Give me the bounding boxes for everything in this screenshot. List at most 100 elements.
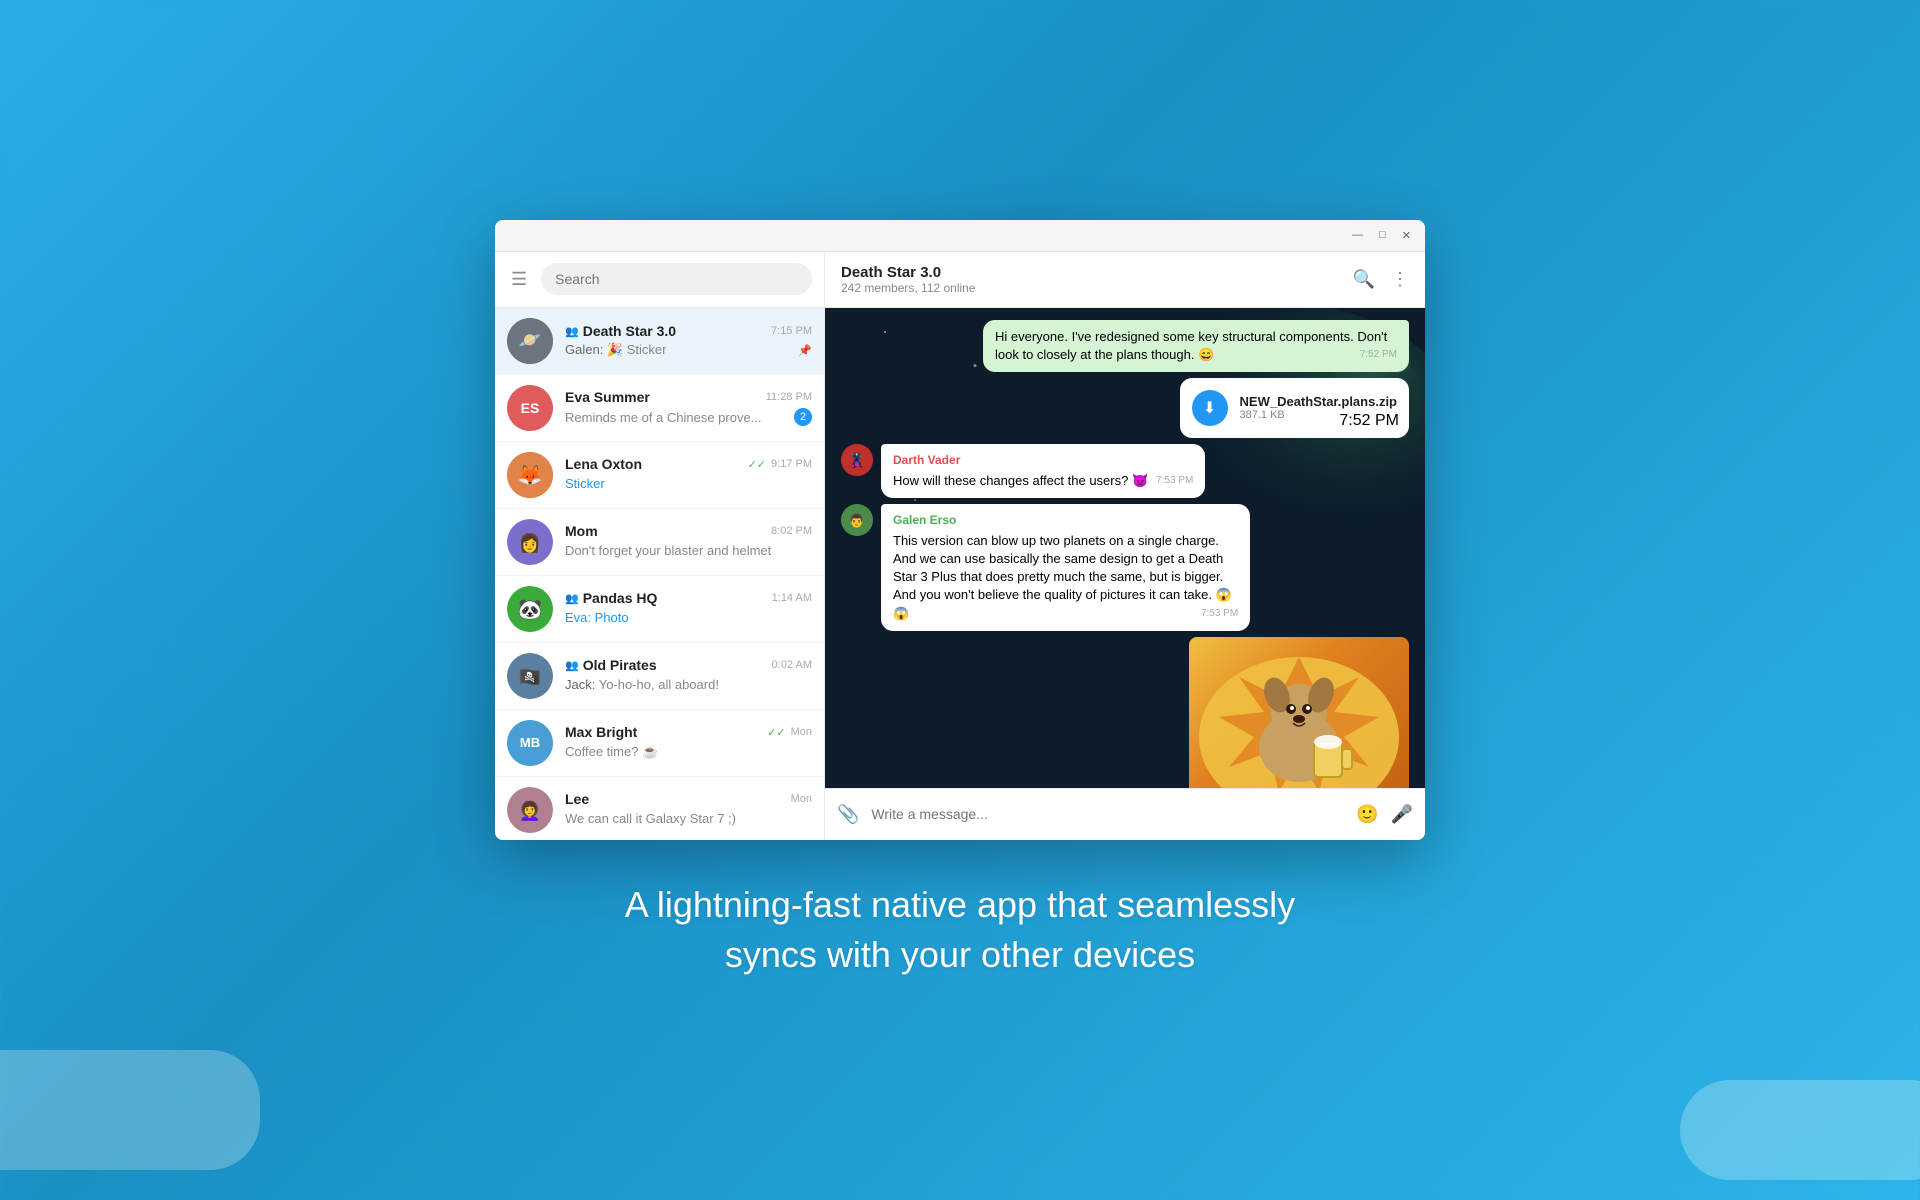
chat-top-deathstar: 👥 Death Star 3.0 7:15 PM: [565, 323, 812, 339]
chat-time-mom: 8:02 PM: [771, 525, 812, 537]
chat-top-mom: Mom 8:02 PM: [565, 523, 812, 539]
message-text-4: This version can blow up two planets on …: [893, 533, 1232, 621]
svg-text:👨: 👨: [849, 513, 865, 528]
message-time-1: 7:52 PM: [1360, 348, 1397, 362]
chat-info-maxbright: Max Bright ✓✓ Mon Coffee time? ☕: [565, 724, 812, 761]
avatar-lee: 👩‍🦱: [507, 787, 553, 833]
check-icon-maxbright: ✓✓: [767, 726, 785, 739]
more-options-icon[interactable]: ⋮: [1391, 269, 1409, 290]
message-group-3: 🦹 Darth Vader How will these changes aff…: [841, 444, 1409, 498]
message-text-1: Hi everyone. I've redesigned some key st…: [995, 329, 1387, 362]
chat-preview-eva: Reminds me of a Chinese prove...: [565, 410, 762, 425]
maximize-button[interactable]: □: [1375, 227, 1390, 243]
bottom-tagline: A lightning-fast native app that seamles…: [625, 880, 1295, 981]
message-time-3: 7:53 PM: [1156, 474, 1193, 488]
avatar-maxbright: MB: [507, 720, 553, 766]
pin-icon-deathstar: 📌: [798, 344, 812, 357]
svg-text:🪐: 🪐: [519, 330, 542, 350]
chat-area: Death Star 3.0 242 members, 112 online 🔍…: [825, 252, 1425, 840]
chat-top-lee: Lee Mon: [565, 791, 812, 807]
chat-time-lee: Mon: [791, 793, 812, 805]
chat-info-deathstar: 👥 Death Star 3.0 7:15 PM Galen: 🎉 Sticke…: [565, 323, 812, 358]
search-chat-icon[interactable]: 🔍: [1353, 269, 1375, 290]
svg-text:👩‍🦱: 👩‍🦱: [519, 800, 541, 821]
chat-name-mom: Mom: [565, 523, 598, 539]
chat-list: 🪐 👥 Death Star 3.0 7:15 PM: [495, 308, 824, 840]
chat-item-pirates[interactable]: 🏴‍☠️ 👥 Old Pirates 0:02 AM Jack: Yo-ho-h…: [495, 643, 824, 710]
chat-time-deathstar: 7:15 PM: [771, 325, 812, 337]
svg-text:👩: 👩: [519, 532, 541, 553]
message-sender-3: Darth Vader: [893, 452, 1193, 469]
app-window: — □ ✕ ☰ 🪐: [495, 220, 1425, 840]
chat-name-lena: Lena Oxton: [565, 456, 642, 472]
svg-text:🐼: 🐼: [518, 597, 543, 621]
chat-preview-deathstar: Galen: 🎉 Sticker: [565, 342, 666, 358]
sticker-image: [1189, 637, 1409, 788]
avatar-eva: ES: [507, 385, 553, 431]
window-controls: — □ ✕: [1348, 227, 1415, 244]
message-text-3: How will these changes affect the users?…: [893, 473, 1148, 488]
chat-time-pirates: 0:02 AM: [772, 659, 812, 671]
chat-item-eva[interactable]: ES Eva Summer 11:28 PM Reminds me of a C…: [495, 375, 824, 442]
avatar-deathstar: 🪐: [507, 318, 553, 364]
close-button[interactable]: ✕: [1398, 227, 1415, 244]
svg-text:🦊: 🦊: [518, 464, 543, 487]
avatar-pirates: 🏴‍☠️: [507, 653, 553, 699]
chat-name-maxbright: Max Bright: [565, 724, 637, 740]
sidebar: ☰ 🪐 👥: [495, 252, 825, 840]
chat-header-info: Death Star 3.0 242 members, 112 online: [841, 264, 976, 295]
chat-header: Death Star 3.0 242 members, 112 online 🔍…: [825, 252, 1425, 308]
cloud-left-decoration: [0, 1050, 260, 1170]
file-name: NEW_DeathStar.plans.zip: [1240, 394, 1397, 409]
menu-icon[interactable]: ☰: [507, 265, 531, 294]
check-icon-lena: ✓✓: [748, 458, 766, 471]
chat-header-actions: 🔍 ⋮: [1353, 269, 1409, 290]
input-area: 📎 🙂 🎤: [825, 788, 1425, 840]
chat-time-maxbright: Mon: [791, 726, 812, 738]
group-icon-pirates: 👥: [565, 659, 579, 672]
chat-info-lee: Lee Mon We can call it Galaxy Star 7 ;): [565, 791, 812, 828]
search-input[interactable]: [541, 263, 812, 295]
chat-preview-pandas: Eva: Photo: [565, 610, 629, 625]
message-bubble-4: Galen Erso This version can blow up two …: [881, 504, 1250, 631]
avatar-galenerso: 👨: [841, 504, 873, 536]
chat-preview-maxbright: Coffee time? ☕: [565, 744, 658, 759]
chat-name-deathstar: 👥 Death Star 3.0: [565, 323, 676, 339]
avatar-darthvader: 🦹: [841, 444, 873, 476]
file-download-icon[interactable]: ⬇: [1192, 390, 1228, 426]
message-time-4: 7:53 PM: [1201, 607, 1238, 621]
cloud-right-decoration: [1680, 1080, 1920, 1180]
group-icon-deathstar: 👥: [565, 325, 579, 338]
chat-name-pirates: 👥 Old Pirates: [565, 657, 657, 673]
chat-item-lena[interactable]: 🦊 Lena Oxton ✓✓ 9:17 PM Sticker: [495, 442, 824, 509]
chat-preview-pirates: Jack: Yo-ho-ho, all aboard!: [565, 677, 719, 692]
chat-info-pandas: 👥 Pandas HQ 1:14 AM Eva: Photo: [565, 590, 812, 627]
chat-top-lena: Lena Oxton ✓✓ 9:17 PM: [565, 456, 812, 472]
microphone-icon[interactable]: 🎤: [1391, 804, 1413, 825]
svg-text:🦹: 🦹: [848, 451, 865, 469]
chat-item-lee[interactable]: 👩‍🦱 Lee Mon We can call it Galaxy Star 7…: [495, 777, 824, 840]
chat-top-pandas: 👥 Pandas HQ 1:14 AM: [565, 590, 812, 606]
minimize-button[interactable]: —: [1348, 227, 1367, 243]
chat-preview-mom: Don't forget your blaster and helmet: [565, 543, 771, 558]
chat-info-eva: Eva Summer 11:28 PM Reminds me of a Chin…: [565, 389, 812, 426]
message-group-4: 👨 Galen Erso This version can blow up tw…: [841, 504, 1409, 631]
chat-item-maxbright[interactable]: MB Max Bright ✓✓ Mon Coffee time? ☕: [495, 710, 824, 777]
chat-info-mom: Mom 8:02 PM Don't forget your blaster an…: [565, 523, 812, 560]
chat-preview-lena: Sticker: [565, 476, 605, 491]
emoji-icon[interactable]: 🙂: [1356, 804, 1378, 825]
message-file-2: ⬇ NEW_DeathStar.plans.zip 387.1 KB 7:52 …: [1180, 378, 1409, 438]
chat-item-pandas[interactable]: 🐼 👥 Pandas HQ 1:14 AM Eva: Photo: [495, 576, 824, 643]
app-body: ☰ 🪐 👥: [495, 252, 1425, 840]
message-input[interactable]: [871, 806, 1344, 822]
tagline-line2: syncs with your other devices: [725, 934, 1195, 975]
chat-time-pandas: 1:14 AM: [772, 592, 812, 604]
message-bubble-1: Hi everyone. I've redesigned some key st…: [983, 320, 1409, 372]
message-bubble-3: Darth Vader How will these changes affec…: [881, 444, 1205, 498]
message-sender-4: Galen Erso: [893, 512, 1238, 529]
chat-item-deathstar[interactable]: 🪐 👥 Death Star 3.0 7:15 PM: [495, 308, 824, 375]
chat-time-lena: 9:17 PM: [771, 458, 812, 470]
chat-item-mom[interactable]: 👩 Mom 8:02 PM Don't forget your blaster …: [495, 509, 824, 576]
attach-icon[interactable]: 📎: [837, 804, 859, 825]
badge-eva: 2: [794, 408, 812, 426]
